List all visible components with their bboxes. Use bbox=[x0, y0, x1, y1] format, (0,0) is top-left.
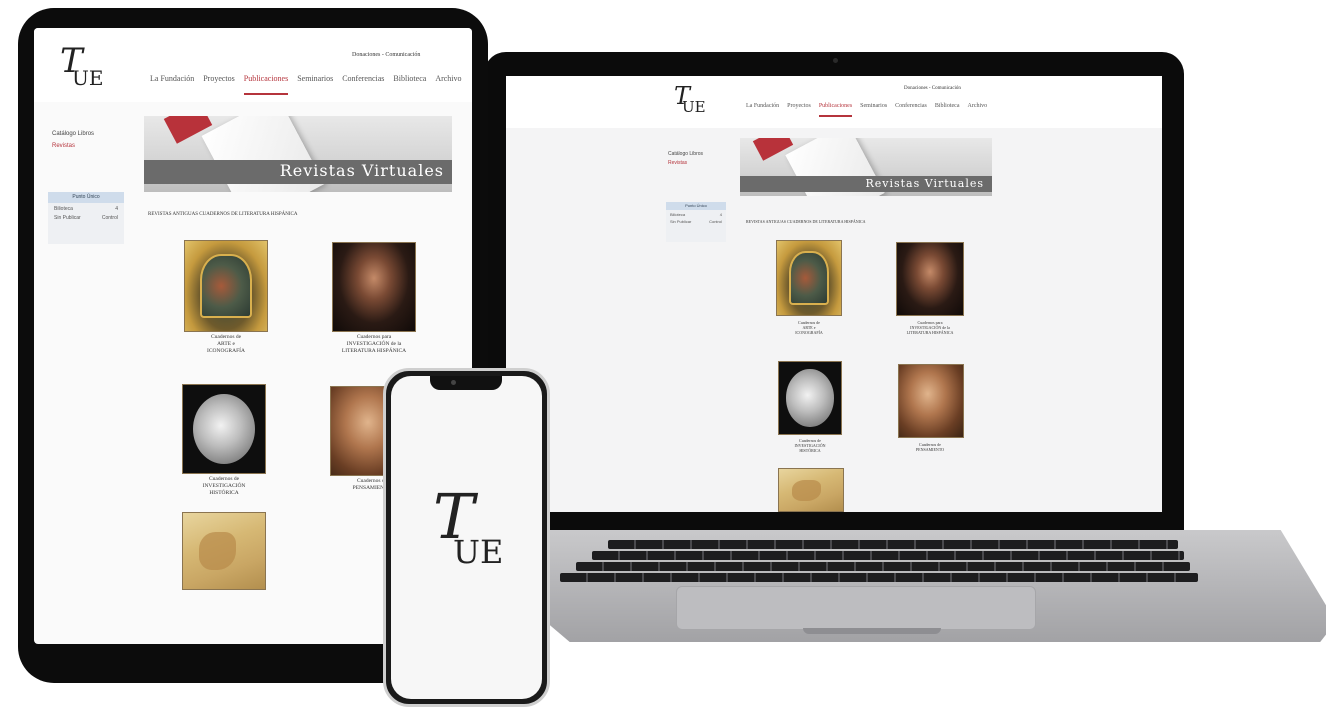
journal-thumb-coin[interactable] bbox=[778, 361, 842, 435]
journal-caption: Cuadernos para INVESTIGACIÓN de la LITER… bbox=[314, 334, 434, 355]
side-row: Bilioteca 4 bbox=[48, 203, 124, 215]
side-row-value: 4 bbox=[115, 206, 118, 212]
key-row bbox=[592, 551, 1184, 560]
banner-title: Revistas Virtuales bbox=[865, 177, 984, 190]
caption-line: ICONOGRAFÍA bbox=[207, 347, 245, 354]
caption-line: LITERATURA HISPÁNICA bbox=[906, 330, 954, 335]
tablet-header-link[interactable]: Donaciones - Comunicación bbox=[352, 52, 420, 58]
nav-item[interactable]: La Fundación bbox=[150, 74, 194, 83]
journal-caption: Cuadernos de ARTE e ICONOGRAFÍA bbox=[170, 334, 282, 355]
nav-item[interactable]: Conferencias bbox=[342, 74, 384, 83]
side-box-title: Punto Único bbox=[666, 202, 726, 210]
laptop-notch bbox=[803, 628, 941, 634]
phone-notch bbox=[430, 376, 502, 390]
key-row bbox=[576, 562, 1190, 571]
tablet-side-box: Punto Único Bilioteca 4 Sin Publicar Contr… bbox=[48, 192, 124, 244]
laptop-trackpad bbox=[676, 586, 1036, 630]
key-row bbox=[560, 573, 1198, 582]
side-box-title: Punto Único bbox=[48, 192, 124, 203]
caption-line: Cuadernos de bbox=[210, 334, 242, 340]
caption-line: INVESTIGACIÓN bbox=[202, 482, 246, 489]
nav-item[interactable]: Proyectos bbox=[203, 74, 235, 83]
side-row-value: 4 bbox=[719, 212, 722, 217]
caption-line: ARTE e bbox=[217, 340, 235, 347]
caption-line: Cuadernos de bbox=[208, 476, 240, 482]
key-row bbox=[608, 540, 1178, 549]
caption-line: Cuadernos para bbox=[356, 334, 392, 340]
logo-ue: UE bbox=[72, 66, 104, 90]
nav-item[interactable]: Publicaciones bbox=[243, 74, 289, 95]
caption-line: ICONOGRAFÍA bbox=[795, 330, 823, 335]
nav-item[interactable]: Seminarios bbox=[297, 74, 333, 83]
sidebar-link-revistas[interactable]: Revistas bbox=[52, 140, 94, 152]
caption-line: HISTÓRICA bbox=[209, 489, 239, 496]
section-title: REVISTAS ANTIGUAS CUADERNOS DE LITERATUR… bbox=[746, 219, 866, 224]
laptop-nav: La Fundación Proyectos Publicaciones Semina… bbox=[746, 103, 988, 117]
caption-line: PENSAMIENTO bbox=[915, 447, 945, 452]
tablet-banner: Revistas Virtuales bbox=[144, 116, 452, 192]
journal-thumb-portrait[interactable] bbox=[896, 242, 964, 316]
nav-item[interactable]: Biblioteca bbox=[935, 103, 960, 109]
phone-camera bbox=[451, 380, 456, 385]
section-title: REVISTAS ANTIGUAS CUADERNOS DE LITERATUR… bbox=[148, 212, 298, 217]
laptop-header-link[interactable]: Donaciones - Comunicación bbox=[904, 86, 961, 91]
side-row-label: Sin Publicar bbox=[54, 215, 81, 221]
journal-thumb-coin[interactable] bbox=[182, 384, 266, 474]
laptop-site-header bbox=[506, 76, 1162, 128]
journal-thumb-portrait[interactable] bbox=[332, 242, 416, 332]
nav-item[interactable]: Seminarios bbox=[860, 103, 887, 109]
sidebar-link-catalog[interactable]: Catálogo Libros bbox=[52, 128, 94, 140]
caption-line: HISTÓRICA bbox=[799, 448, 821, 453]
nav-item[interactable]: Publicaciones bbox=[818, 103, 853, 117]
caption-line: INVESTIGACIÓN de la bbox=[346, 340, 402, 347]
side-row-label: Bilioteca bbox=[54, 206, 73, 212]
laptop-logo[interactable]: T UE bbox=[670, 84, 706, 118]
phone-screen: T UE bbox=[391, 376, 542, 699]
nav-item[interactable]: Proyectos bbox=[787, 103, 811, 109]
tablet-sidebar: Catálogo Libros Revistas bbox=[52, 128, 94, 152]
nav-item[interactable]: Archivo bbox=[435, 74, 461, 83]
journal-thumb-map[interactable] bbox=[182, 512, 266, 590]
banner-title: Revistas Virtuales bbox=[279, 161, 444, 180]
laptop-banner: Revistas Virtuales bbox=[740, 138, 992, 196]
journal-thumb-map[interactable] bbox=[778, 468, 844, 512]
side-row: Bilioteca 4 bbox=[666, 210, 726, 219]
side-row: Sin Publicar Control bbox=[48, 215, 124, 221]
side-row: Sin Publicar Control bbox=[666, 219, 726, 224]
side-row-value: Control bbox=[101, 215, 118, 221]
sidebar-link-catalog[interactable]: Catálogo Libros bbox=[668, 150, 703, 159]
nav-item[interactable]: Archivo bbox=[968, 103, 988, 109]
nav-item[interactable]: La Fundación bbox=[746, 103, 779, 109]
side-row-value: Control bbox=[709, 219, 722, 224]
laptop-side-box: Punto Único Bilioteca 4 Sin Publicar Contr… bbox=[666, 202, 726, 242]
journal-caption: Cuadernos para INVESTIGACIÓN de la LITER… bbox=[882, 320, 978, 335]
laptop-camera bbox=[833, 58, 838, 63]
journal-caption: Cuadernos de INVESTIGACIÓN HISTÓRICA bbox=[168, 476, 280, 497]
sidebar-link-revistas[interactable]: Revistas bbox=[668, 159, 703, 168]
laptop-keyboard bbox=[548, 534, 1218, 584]
phone-logo: T UE bbox=[427, 486, 507, 576]
tablet-nav: La Fundación Proyectos Publicaciones Semina… bbox=[150, 74, 462, 95]
journal-caption: Cuadernos de PENSAMIENTO bbox=[882, 442, 978, 452]
journal-thumb-arte[interactable] bbox=[776, 240, 842, 316]
side-row-label: Bilioteca bbox=[670, 212, 686, 217]
laptop-site: T UE Donaciones - Comunicación La Fundac… bbox=[506, 76, 1162, 512]
logo-ue: UE bbox=[453, 533, 504, 571]
journal-caption: Cuadernos de ARTE e ICONOGRAFÍA bbox=[762, 320, 856, 335]
logo-ue: UE bbox=[682, 98, 706, 116]
journal-thumb-knight[interactable] bbox=[898, 364, 964, 438]
nav-item[interactable]: Biblioteca bbox=[393, 74, 426, 83]
journal-thumb-arte[interactable] bbox=[184, 240, 268, 332]
nav-item[interactable]: Conferencias bbox=[895, 103, 927, 109]
laptop-sidebar: Catálogo Libros Revistas bbox=[668, 150, 703, 168]
tablet-logo[interactable]: T UE bbox=[56, 44, 104, 90]
journal-caption: Cuadernos de INVESTIGACIÓN HISTÓRICA bbox=[762, 438, 858, 453]
caption-line: LITERATURA HISPÁNICA bbox=[341, 347, 407, 354]
side-row-label: Sin Publicar bbox=[670, 219, 692, 224]
